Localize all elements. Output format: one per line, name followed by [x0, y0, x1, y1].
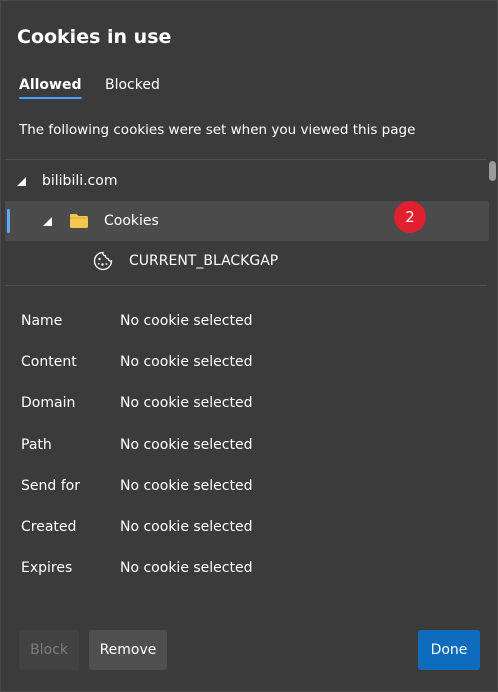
detail-value: No cookie selected	[120, 478, 253, 494]
tab-blocked-label: Blocked	[105, 77, 160, 93]
cookies-dialog: Cookies in use Allowed Blocked The follo…	[0, 0, 498, 692]
cookie-tree: bilibili.com Cookies 2 CURRENT_BLACKGAP	[5, 161, 489, 285]
detail-key: Domain	[21, 395, 76, 411]
tree-item-cookies-folder[interactable]: Cookies 2	[5, 201, 489, 241]
detail-value: No cookie selected	[120, 560, 253, 576]
detail-value: No cookie selected	[120, 519, 253, 535]
tab-allowed[interactable]: Allowed	[19, 77, 82, 99]
folder-icon	[70, 214, 88, 228]
remove-button[interactable]: Remove	[89, 630, 167, 670]
detail-value: No cookie selected	[120, 395, 253, 411]
tab-allowed-label: Allowed	[19, 77, 82, 93]
tree-scrollbar[interactable]	[489, 161, 496, 181]
cookie-icon	[93, 251, 113, 271]
dialog-description: The following cookies were set when you …	[19, 122, 416, 138]
folder-label: Cookies	[104, 213, 159, 229]
detail-key: Send for	[21, 478, 80, 494]
detail-value: No cookie selected	[120, 313, 253, 329]
tree-item-cookie[interactable]: CURRENT_BLACKGAP	[5, 241, 489, 281]
detail-value: No cookie selected	[120, 354, 253, 370]
detail-key: Name	[21, 313, 63, 329]
tab-selected-indicator	[19, 97, 82, 99]
block-button[interactable]: Block	[19, 630, 79, 670]
detail-key: Content	[21, 354, 77, 370]
tab-blocked[interactable]: Blocked	[105, 77, 160, 93]
tree-item-domain[interactable]: bilibili.com	[5, 161, 489, 201]
expanded-triangle-icon[interactable]	[43, 217, 52, 226]
detail-key: Expires	[21, 560, 73, 576]
divider-top	[5, 159, 487, 160]
detail-key: Path	[21, 437, 52, 453]
divider-middle	[5, 285, 487, 286]
selection-indicator	[7, 209, 10, 233]
detail-key: Created	[21, 519, 77, 535]
detail-value: No cookie selected	[120, 437, 253, 453]
expanded-triangle-icon[interactable]	[17, 177, 26, 186]
cookie-label: CURRENT_BLACKGAP	[129, 253, 279, 269]
domain-label: bilibili.com	[42, 173, 118, 189]
dialog-title: Cookies in use	[17, 26, 172, 48]
done-button[interactable]: Done	[418, 630, 480, 670]
notification-badge: 2	[394, 201, 426, 233]
